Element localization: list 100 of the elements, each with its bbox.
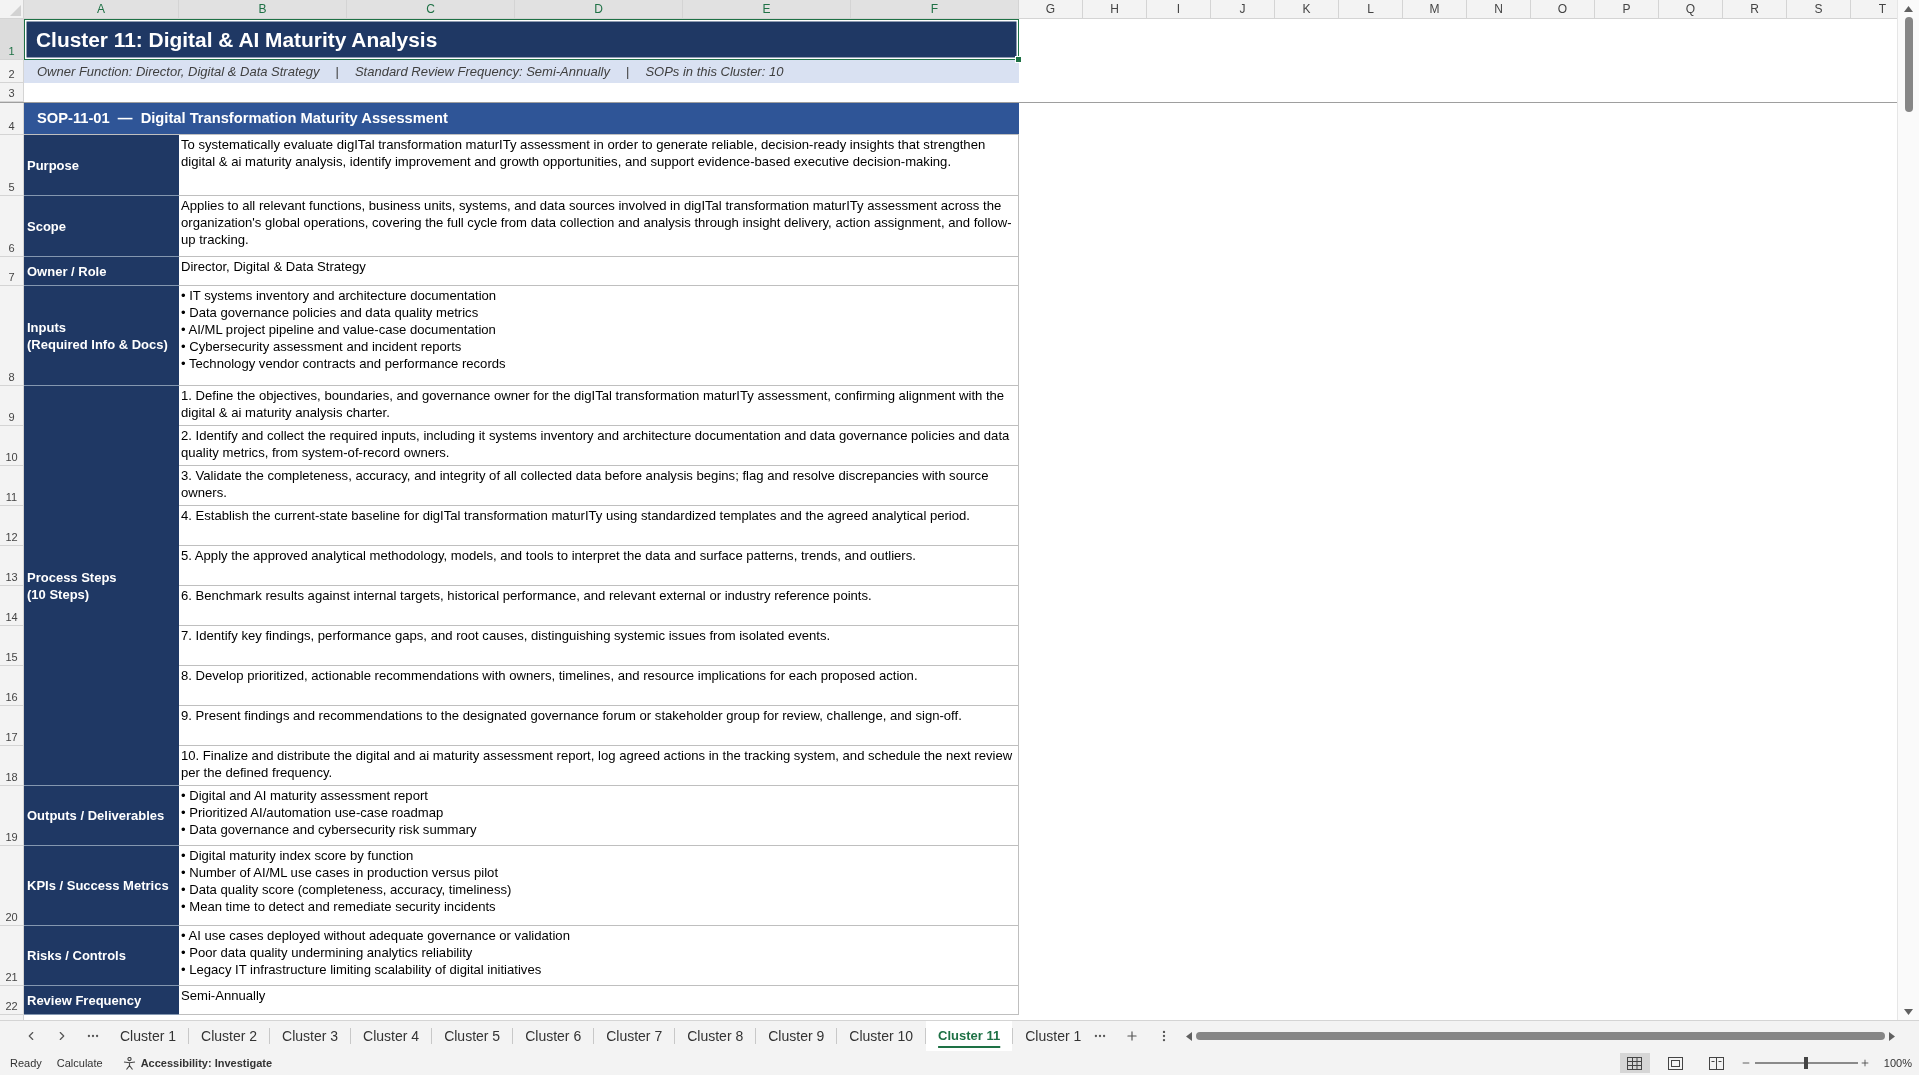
sheet-tab[interactable]: Cluster 3 xyxy=(270,1021,351,1051)
section-heading: SOP-11-01 — Digital Transformation Maturity Assessment xyxy=(24,103,1019,135)
sheet-tab[interactable]: Cluster 7 xyxy=(594,1021,675,1051)
column-header[interactable]: I xyxy=(1147,0,1211,19)
row-header[interactable]: 5 xyxy=(0,135,24,196)
column-header[interactable]: F xyxy=(851,0,1019,19)
row-header[interactable]: 10 xyxy=(0,426,24,466)
row-header[interactable]: 21 xyxy=(0,926,24,986)
slider-thumb[interactable] xyxy=(1804,1057,1809,1069)
table-cell: To systematically evaluate digITal transformation maturITy assessment in order to generate reliable, decision-ready insights that strengthen digital & ai maturity analysis, identify improvement and growth opportunities, and support evidence-based executive decision-making. xyxy=(179,135,1019,196)
column-header[interactable]: E xyxy=(683,0,851,19)
column-header[interactable]: J xyxy=(1211,0,1275,19)
scrollbar-thumb[interactable] xyxy=(1196,1032,1885,1040)
list-item: • Prioritized AI/automation use-case roadmap xyxy=(181,804,444,821)
list-item: • AI/ML project pipeline and value-case documentation xyxy=(181,321,496,338)
row-header[interactable]: 16 xyxy=(0,666,24,706)
column-header[interactable]: T xyxy=(1851,0,1897,19)
view-button[interactable] xyxy=(1619,1053,1650,1073)
list-item: • Cybersecurity assessment and incident reports xyxy=(181,338,462,355)
table-cell: 2. Identify and collect the required inputs, including it systems inventory and architecture documentation and data governance policies and data quality metrics, from system-of-record owners. xyxy=(179,426,1019,466)
column-header[interactable]: R xyxy=(1723,0,1787,19)
sheet-tab[interactable]: Cluster 9 xyxy=(756,1021,837,1051)
row-header[interactable]: 9 xyxy=(0,386,24,426)
header-cell: Owner / Role xyxy=(24,257,179,286)
plus-icon xyxy=(1125,1029,1140,1043)
row-header[interactable]: 17 xyxy=(0,706,24,746)
header-cell: Risks / Controls xyxy=(24,926,179,986)
row-header[interactable]: 11 xyxy=(0,466,24,506)
row-header[interactable]: 13 xyxy=(0,546,24,586)
row-header[interactable]: 8 xyxy=(0,286,24,386)
caret-right-icon[interactable] xyxy=(1889,1031,1895,1041)
list-item: • Digital maturity index score by function xyxy=(181,847,414,864)
row-header[interactable]: 22 xyxy=(0,986,24,1015)
table-cell: 5. Apply the approved analytical methodology, models, and tools to interpret the data and surface patterns, trends, and outliers. xyxy=(179,546,1019,586)
table-cell: Applies to all relevant functions, business units, systems, and data sources involved in digITal transformation maturITy assessment across the organization's global operations, covering the full cycle from data collection and analysis through insight delivery, action assignment, and follow-up tracking. xyxy=(179,196,1019,257)
row-header[interactable]: 3 xyxy=(0,83,24,102)
row-header[interactable]: 12 xyxy=(0,506,24,546)
caret-left-icon[interactable] xyxy=(1186,1031,1193,1041)
column-header[interactable]: H xyxy=(1083,0,1147,19)
list-item: • Poor data quality undermining analytics reliability xyxy=(181,944,473,961)
page-layout-icon xyxy=(1668,1056,1684,1070)
column-header[interactable]: B xyxy=(179,0,347,19)
header-cell: Purpose xyxy=(24,135,179,196)
table-cell: 8. Develop prioritized, actionable recommendations with owners, timelines, and resource implications for each proposed action. xyxy=(179,666,1019,706)
column-header[interactable]: D xyxy=(515,0,683,19)
sheet-tab[interactable]: Cluster 11 xyxy=(926,1021,1013,1051)
triangle-icon xyxy=(10,5,21,16)
header-cell: Review Frequency xyxy=(24,986,179,1015)
list-item: • Technology vendor contracts and performance records xyxy=(181,355,506,372)
plus-icon xyxy=(1859,1058,1870,1068)
row-header[interactable]: 18 xyxy=(0,746,24,786)
sheet-tab[interactable]: Cluster 5 xyxy=(432,1021,513,1051)
row-header[interactable]: 20 xyxy=(0,846,24,926)
grid-icon xyxy=(1627,1056,1643,1070)
column-header[interactable]: P xyxy=(1595,0,1659,19)
header-cell: Scope xyxy=(24,196,179,257)
column-header[interactable]: C xyxy=(347,0,515,19)
row-header[interactable]: 19 xyxy=(0,786,24,846)
table-cell: 4. Establish the current-state baseline for digITal transformation maturITy using standardized templates and the agreed analytical period. xyxy=(179,506,1019,546)
info-text: SOPs in this Cluster: 10 xyxy=(645,62,784,81)
sheet-tab[interactable]: Cluster 8 xyxy=(675,1021,756,1051)
list-item: • Mean time to detect and remediate security incidents xyxy=(181,898,496,915)
pipe-separator: | xyxy=(626,62,630,81)
column-header[interactable]: M xyxy=(1403,0,1467,19)
column-header[interactable]: K xyxy=(1275,0,1339,19)
list-item: • IT systems inventory and architecture documentation xyxy=(181,287,497,304)
column-header[interactable]: O xyxy=(1531,0,1595,19)
sheet-tab[interactable]: Cluster 2 xyxy=(189,1021,270,1051)
column-header[interactable]: G xyxy=(1019,0,1083,19)
header-cell: Inputs (Required Info & Docs) xyxy=(24,286,179,386)
table-cell: 9. Present findings and recommendations to the designated governance forum or stakeholder group for review, challenge, and sign-off. xyxy=(179,706,1019,746)
scrollbar-thumb[interactable] xyxy=(1904,17,1913,112)
sheet-tab[interactable]: Cluster 10 xyxy=(837,1021,926,1051)
person-icon xyxy=(122,1056,136,1070)
calculate-button[interactable]: Calculate xyxy=(56,1054,103,1072)
row-header[interactable]: 7 xyxy=(0,257,24,286)
accessibility-button[interactable]: Accessibility: Investigate xyxy=(122,1054,273,1072)
row-header[interactable]: 14 xyxy=(0,586,24,626)
row-header[interactable]: 1 xyxy=(0,19,24,60)
sheet-tab[interactable]: Cluster 6 xyxy=(513,1021,594,1051)
table-cell: 1. Define the objectives, boundaries, and governance owner for the digITal transformation maturITy assessment, confirming alignment with the digital & ai maturity analysis charter. xyxy=(179,386,1019,426)
column-header[interactable]: N xyxy=(1467,0,1531,19)
table-cell: Semi-Annually xyxy=(179,986,1019,1015)
caret-down-icon[interactable] xyxy=(1904,1009,1913,1015)
fill-handle[interactable] xyxy=(1015,56,1022,63)
caret-up-icon[interactable] xyxy=(1904,6,1913,12)
sheet-tab[interactable]: Cluster 1 xyxy=(108,1021,189,1051)
row-header[interactable]: 15 xyxy=(0,626,24,666)
column-header[interactable]: A xyxy=(24,0,179,19)
sheet-tab[interactable]: Cluster 1 xyxy=(1013,1021,1085,1051)
column-header[interactable]: L xyxy=(1339,0,1403,19)
sheet-tab[interactable]: Cluster 4 xyxy=(351,1021,432,1051)
table-cell: 7. Identify key findings, performance gaps, and root causes, distinguishing systemic issues from isolated events. xyxy=(179,626,1019,666)
column-header[interactable]: S xyxy=(1787,0,1851,19)
column-header[interactable]: Q xyxy=(1659,0,1723,19)
row-header[interactable]: 2 xyxy=(0,60,24,83)
info-text: Standard Review Frequency: Semi-Annually xyxy=(354,62,610,81)
row-header[interactable]: 4 xyxy=(0,103,24,135)
row-header[interactable]: 6 xyxy=(0,196,24,257)
table-cell: 10. Finalize and distribute the digital and ai maturity assessment report, log agreed actions in the tracking system, and schedule the next review per the defined frequency. xyxy=(179,746,1019,786)
